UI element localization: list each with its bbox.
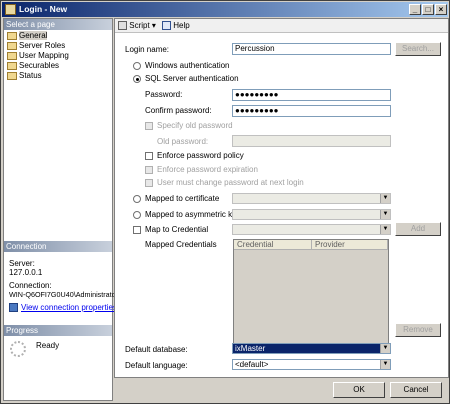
mapped-credentials-label: Mapped Credentials [145,240,217,249]
sql-auth-radio[interactable] [133,75,141,83]
connection-label: Connection: [9,281,52,290]
search-button[interactable]: Search... [395,42,441,56]
remove-credential-button[interactable]: Remove [395,323,441,337]
login-new-window: Login - New _ □ × Select a page General … [0,0,450,404]
default-database-label: Default database: [125,345,188,354]
window-title: Login - New [19,4,68,14]
toolbar: Script ▾ Help [115,19,448,33]
windows-auth-label: Windows authentication [145,61,230,70]
script-icon [118,21,127,31]
enforce-expiration-checkbox[interactable] [145,166,153,174]
left-panel: Select a page General Server Roles User … [3,18,118,401]
minimize-button[interactable]: _ [409,4,421,15]
confirm-password-label: Confirm password: [145,106,212,115]
certificate-select[interactable]: ▼ [232,193,391,204]
mapped-credentials-grid[interactable]: Credential Provider [233,239,389,347]
old-password-field[interactable] [232,135,391,147]
help-button[interactable]: Help [162,21,190,31]
nav-item-label: Status [19,71,42,80]
chevron-down-icon: ▾ [151,21,156,30]
specify-old-password-checkbox[interactable] [145,122,153,130]
nav-item-label: General [19,31,48,40]
credential-column-header[interactable]: Credential [234,240,312,250]
page-icon [7,62,17,70]
nav-item-label: User Mapping [19,51,69,60]
progress-header: Progress [4,325,112,336]
server-label: Server: [9,259,35,268]
help-icon [162,21,171,31]
mapped-certificate-radio[interactable] [133,195,141,203]
progress-spinner-icon [10,341,26,357]
map-credential-label: Map to Credential [145,225,209,234]
chevron-down-icon: ▼ [380,210,390,219]
chevron-down-icon: ▼ [380,225,390,234]
nav-item-label: Securables [19,61,60,70]
nav-item-label: Server Roles [19,41,66,50]
chevron-down-icon: ▼ [380,360,390,369]
properties-icon [9,303,18,313]
nav-item-securables[interactable]: Securables [6,61,59,71]
nav-item-general[interactable]: General [6,31,48,41]
windows-auth-radio[interactable] [133,62,141,70]
connection-value: WIN-Q6OFI7G0U40\Administrator [9,290,119,299]
default-database-select[interactable]: ixMaster ▼ [232,343,391,354]
nav-item-server-roles[interactable]: Server Roles [6,41,65,51]
enforce-policy-checkbox[interactable] [145,152,153,160]
page-icon [7,32,17,40]
page-icon [7,52,17,60]
progress-status: Ready [36,341,60,350]
view-properties-row[interactable]: View connection properties [9,303,117,313]
enforce-expiration-label: Enforce password expiration [157,165,258,174]
chevron-down-icon: ▼ [380,344,390,353]
login-name-input[interactable]: Percussion [232,43,391,55]
chevron-down-icon: ▼ [380,194,390,203]
view-connection-properties-link[interactable]: View connection properties [21,303,117,312]
connection-header: Connection [4,241,112,252]
title-bar: Login - New _ □ × [2,2,448,17]
server-value: 127.0.0.1 [9,268,43,277]
sql-auth-label: SQL Server authentication [145,74,239,83]
confirm-password-field[interactable]: ●●●●●●●●● [232,105,391,117]
default-language-select[interactable]: <default> ▼ [232,359,391,370]
default-database-value: ixMaster [235,344,266,353]
mapped-asym-key-radio[interactable] [133,211,141,219]
must-change-label: User must change password at next login [157,178,304,187]
add-credential-button[interactable]: Add [395,222,441,236]
select-page-header: Select a page [4,19,112,30]
map-credential-checkbox[interactable] [133,226,141,234]
specify-old-password-label: Specify old password [157,121,233,130]
nav-item-user-mapping[interactable]: User Mapping [6,51,69,61]
asymmetric-key-select[interactable]: ▼ [232,209,391,220]
default-language-value: <default> [235,360,269,369]
page-icon [7,42,17,50]
password-field[interactable]: ●●●●●●●●● [232,89,391,101]
script-button[interactable]: Script ▾ [118,21,156,31]
maximize-button[interactable]: □ [422,4,434,15]
script-label: Script [129,21,150,30]
must-change-checkbox[interactable] [145,179,153,187]
mapped-certificate-label: Mapped to certificate [145,194,220,203]
old-password-label: Old password: [157,137,209,146]
login-window-icon [5,4,16,15]
help-label: Help [173,21,190,30]
password-label: Password: [145,90,183,99]
cancel-button[interactable]: Cancel [390,382,442,398]
mapped-asym-key-label: Mapped to asymmetric key [145,210,241,219]
page-icon [7,72,17,80]
login-name-label: Login name: [125,45,170,54]
provider-column-header[interactable]: Provider [312,240,388,250]
credential-select[interactable]: ▼ [232,224,391,235]
ok-button[interactable]: OK [333,382,385,398]
close-button[interactable]: × [435,4,447,15]
general-page-panel: Script ▾ Help Login name: Percussion Sea… [114,18,449,378]
enforce-policy-label: Enforce password policy [157,151,244,160]
default-language-label: Default language: [125,361,188,370]
nav-item-status[interactable]: Status [6,71,42,81]
